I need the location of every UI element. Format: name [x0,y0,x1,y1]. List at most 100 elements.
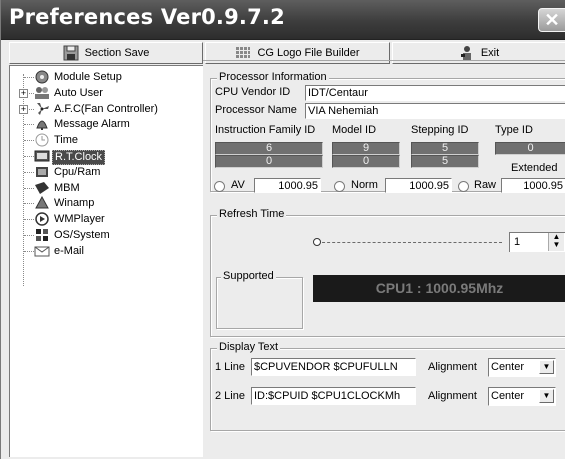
alignment2-value: Center [491,390,525,402]
rtclock-icon [34,149,50,163]
exit-label: Exit [480,47,500,59]
refresh-slider-track[interactable] [317,242,502,243]
tree-item-a-f-c-fan-controller[interactable]: + A.F.C(Fan Controller) [10,102,204,117]
tree-item-label: Message Alarm [54,118,130,131]
tree-item-auto-user[interactable]: + Auto User [10,86,204,101]
grid-icon [235,45,251,61]
tree-item-label: Module Setup [54,71,122,83]
refresh-time-legend: Refresh Time [217,208,287,220]
alignment2-label: Alignment [428,390,477,402]
family-ext-cell: 0 [215,155,323,168]
tree-connector-line [24,203,34,205]
tree-item-label: Time [54,134,79,147]
tree-connector-line [24,171,34,173]
alignment1-select[interactable]: Center ▼ [488,358,556,377]
winamp-icon [34,196,50,210]
section-save-button[interactable]: Section Save [9,42,203,64]
expand-plus-icon[interactable]: + [19,88,28,98]
clock-icon [34,133,50,147]
tree-item-label: OS/System [54,229,110,241]
tree-item-e-mail[interactable]: e-Mail [10,244,204,259]
processor-name-label: Processor Name [215,104,297,116]
alignment1-label: Alignment [428,361,477,373]
raw-label: Raw [474,179,497,191]
tree-connector-line [24,156,34,157]
tree-item-label: WMPlayer [54,213,105,226]
alarm-icon [34,117,50,131]
tree-item-mbm[interactable]: MBM [10,181,204,196]
av-value-field: 1000.95 [254,178,321,193]
stepping-ext-cell: 5 [411,155,479,168]
cpu-vendor-id-label: CPU Vendor ID [215,86,291,98]
model-id-label: Model ID [332,124,377,136]
mbm-icon [34,181,50,195]
cg-logo-file-builder-label: CG Logo File Builder [257,47,360,59]
norm-value-field: 1000.95 [385,178,452,193]
tree-connector-line [24,235,34,236]
tree-connector-line [24,250,34,252]
refresh-spinbox[interactable]: 1 ▲ ▼ [509,232,565,252]
line1-label: 1 Line [215,361,245,373]
window-title: Preferences Ver0.9.7.2 [9,5,285,29]
stepping-id-label: Stepping ID [411,124,469,136]
users-icon [34,86,50,100]
raw-value-field: 1000.95 [501,178,565,193]
tree-item-label: Winamp [54,197,95,210]
fan-icon [34,102,50,116]
type-id-text: Extended [511,162,558,174]
toolbar-separator [203,60,565,61]
norm-radio[interactable] [334,181,345,192]
tree-item-label: Auto User [54,86,103,99]
raw-radio[interactable] [458,181,469,192]
av-label: AV [231,179,245,191]
refresh-slider-thumb[interactable] [313,238,321,246]
tree-connector-line [24,77,34,78]
av-radio[interactable] [214,181,225,192]
alignment2-select[interactable]: Center ▼ [488,387,556,406]
tree-item-time[interactable]: Time [10,133,204,148]
model-ext-cell: 0 [332,155,400,168]
tree-item-wmplayer[interactable]: WMPlayer [10,212,204,227]
email-icon [34,244,50,258]
tree-item-label: MBM [54,181,80,194]
tree-item-winamp[interactable]: Winamp [10,196,204,211]
title-bar[interactable]: Preferences Ver0.9.7.2 ✕ [1,0,565,40]
tree-item-label: Cpu/Ram [54,165,101,178]
spin-arrows-icon[interactable]: ▲ ▼ [548,233,564,251]
wmplayer-icon [34,212,50,226]
tree-connector-line [24,140,34,142]
type-id-cell: 0 [495,142,565,155]
save-icon [63,45,79,61]
processor-name-field: VIA Nehemiah [305,103,565,119]
tree-connector-line [24,187,34,189]
close-icon: ✕ [544,10,560,30]
tree-item-message-alarm[interactable]: Message Alarm [10,117,204,132]
section-tree[interactable]: Module Setup + Auto User + A.F.C(Fan Control… [9,65,203,457]
tree-item-label: e-Mail [54,244,84,257]
processor-information-legend: Processor Information [217,71,329,83]
cpu-vendor-id-field: IDT/Centaur [305,85,565,101]
stepping-id-cell: 5 [411,142,479,155]
dropdown-arrow-icon[interactable]: ▼ [539,360,554,374]
tree-item-module-setup[interactable]: Module Setup [10,70,204,85]
tree-connector-line [24,219,34,221]
chip-icon [34,165,50,179]
expand-plus-icon[interactable]: + [19,104,28,114]
cpu-clock-display: CPU1 : 1000.95Mhz [313,275,565,302]
preferences-window: Preferences Ver0.9.7.2 ✕ Section Save CG… [0,0,565,459]
supported-legend: Supported [221,270,276,282]
line1-input[interactable]: $CPUVENDOR $CPUFULLN [251,358,416,376]
dropdown-arrow-icon[interactable]: ▼ [539,389,554,403]
supported-group: Supported [216,270,303,329]
line2-input[interactable]: ID:$CPUID $CPU1CLOCKMh [251,387,416,405]
module-setup-icon [34,70,50,84]
alignment1-value: Center [491,361,525,373]
tree-item-os-system[interactable]: OS/System [10,228,204,243]
close-button[interactable]: ✕ [538,8,565,32]
section-save-label: Section Save [84,47,150,59]
tree-item-cpu-ram[interactable]: Cpu/Ram [10,165,204,180]
tree-item-r-t-clock[interactable]: R.T.Clock [10,149,204,165]
type-id-label: Type ID [495,124,533,136]
display-text-legend: Display Text [217,341,281,353]
instruction-family-id-label: Instruction Family ID [215,124,316,136]
